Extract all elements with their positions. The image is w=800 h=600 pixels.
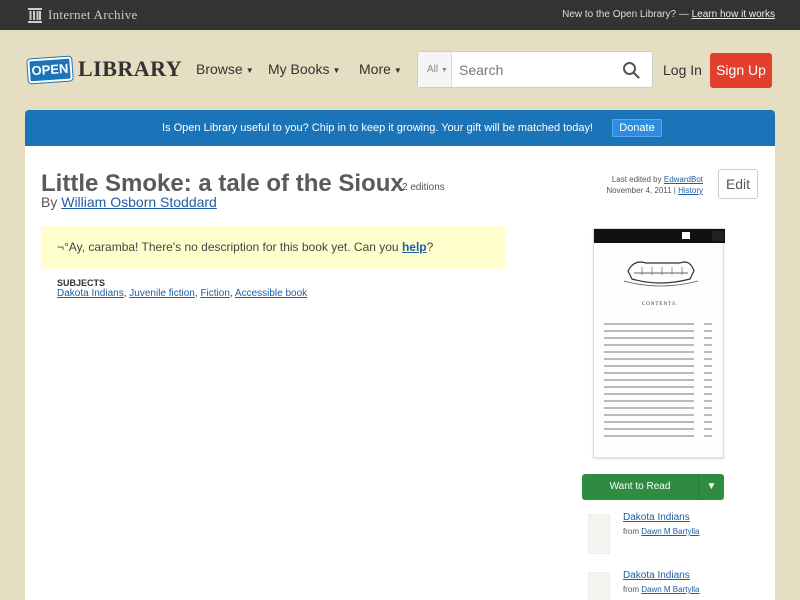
- related-book-author-line: from Dawn M Bartylla: [623, 585, 699, 594]
- internet-archive-brand: Internet Archive: [48, 7, 138, 22]
- temple-icon: [28, 7, 42, 23]
- chevron-down-icon: ▼: [393, 65, 402, 75]
- donate-banner: Is Open Library useful to you? Chip in t…: [25, 110, 775, 146]
- nav-more[interactable]: More ▼: [359, 61, 402, 77]
- related-author-link[interactable]: Dawn M Bartylla: [641, 527, 699, 536]
- editions-count: 2 editions: [402, 182, 445, 193]
- from-label: from: [623, 585, 639, 594]
- subjects-heading: SUBJECTS: [57, 278, 106, 288]
- donate-message: Is Open Library useful to you? Chip in t…: [162, 122, 594, 134]
- chevron-down-icon: ▼: [706, 481, 717, 492]
- new-user-prompt: New to the Open Library? — Learn how it …: [562, 9, 775, 20]
- edit-button[interactable]: Edit: [718, 169, 758, 199]
- site-header: OPEN LIBRARY Browse ▼ My Books ▼ More ▼ All…: [0, 30, 800, 110]
- search-scope-label: All: [427, 64, 439, 75]
- logo-library-text: LIBRARY: [78, 56, 183, 81]
- search-bar: All ▼: [417, 51, 653, 88]
- chevron-down-icon: ▼: [245, 65, 254, 75]
- from-label: from: [623, 527, 639, 536]
- nav-my-books-label: My Books: [268, 61, 330, 77]
- author-link[interactable]: William Osborn Stoddard: [61, 194, 217, 210]
- last-edited-date: November 4, 2011 |: [606, 186, 676, 195]
- subject-link[interactable]: Fiction: [200, 288, 229, 299]
- subject-link[interactable]: Dakota Indians: [57, 288, 124, 299]
- search-input[interactable]: [453, 52, 613, 87]
- description-text: ¬°Ay, caramba! There's no description fo…: [57, 240, 399, 254]
- related-book-title[interactable]: Dakota Indians: [623, 512, 690, 523]
- by-label: By: [41, 194, 58, 210]
- search-scope-select[interactable]: All ▼: [418, 52, 452, 87]
- learn-how-link[interactable]: Learn how it works: [692, 9, 775, 20]
- last-edited-label: Last edited by: [611, 175, 662, 184]
- cover-contents-heading: CONTENTS.: [642, 302, 678, 307]
- help-link[interactable]: help: [402, 240, 427, 254]
- related-book-item[interactable]: Dakota Indians from Dawn M Bartylla: [582, 512, 742, 562]
- nav-my-books[interactable]: My Books ▼: [268, 61, 340, 77]
- new-user-text: New to the Open Library? —: [562, 9, 689, 20]
- history-link[interactable]: History: [678, 186, 703, 195]
- byline: By William Osborn Stoddard: [41, 194, 217, 210]
- chevron-down-icon: ▼: [440, 67, 448, 74]
- last-edited-user-link[interactable]: EdwardBot: [664, 175, 703, 184]
- book-cover-image: CONTENTS.: [594, 229, 725, 437]
- related-book-author-line: from Dawn M Bartylla: [623, 527, 699, 536]
- want-to-read-label: Want to Read: [609, 481, 671, 492]
- reading-status-dropdown[interactable]: ▼: [698, 474, 724, 500]
- related-author-link[interactable]: Dawn M Bartylla: [641, 585, 699, 594]
- last-edited-info: Last edited by EdwardBot November 4, 201…: [585, 174, 703, 196]
- related-book-thumbnail[interactable]: [588, 514, 610, 554]
- subject-link[interactable]: Juvenile fiction: [129, 288, 195, 299]
- want-to-read-button[interactable]: Want to Read ▼: [582, 474, 724, 500]
- subject-link[interactable]: Accessible book: [235, 288, 307, 299]
- book-panel: Little Smoke: a tale of the Sioux 2 edit…: [25, 146, 775, 600]
- search-icon[interactable]: [622, 61, 640, 79]
- open-library-logo[interactable]: OPEN LIBRARY: [27, 50, 182, 86]
- logo-open-badge: OPEN: [27, 56, 73, 84]
- donate-button[interactable]: Donate: [612, 119, 662, 137]
- chevron-down-icon: ▼: [332, 65, 341, 75]
- description-suffix: ?: [426, 240, 434, 254]
- subjects-list: Dakota Indians, Juvenile fiction, Fictio…: [57, 288, 308, 299]
- nav-browse-label: Browse: [196, 61, 243, 77]
- related-book-title[interactable]: Dakota Indians: [623, 570, 690, 581]
- internet-archive-logo[interactable]: Internet Archive: [28, 7, 138, 23]
- internet-archive-bar: Internet Archive New to the Open Library…: [0, 0, 800, 30]
- nav-more-label: More: [359, 61, 391, 77]
- book-cover[interactable]: CONTENTS.: [593, 228, 725, 458]
- nav-browse[interactable]: Browse ▼: [196, 61, 254, 77]
- related-book-thumbnail[interactable]: [588, 572, 610, 600]
- description-box: ¬°Ay, caramba! There's no description fo…: [41, 226, 505, 269]
- related-book-item[interactable]: Dakota Indians from Dawn M Bartylla: [582, 570, 742, 600]
- login-link[interactable]: Log In: [663, 62, 702, 78]
- signup-button[interactable]: Sign Up: [710, 53, 772, 88]
